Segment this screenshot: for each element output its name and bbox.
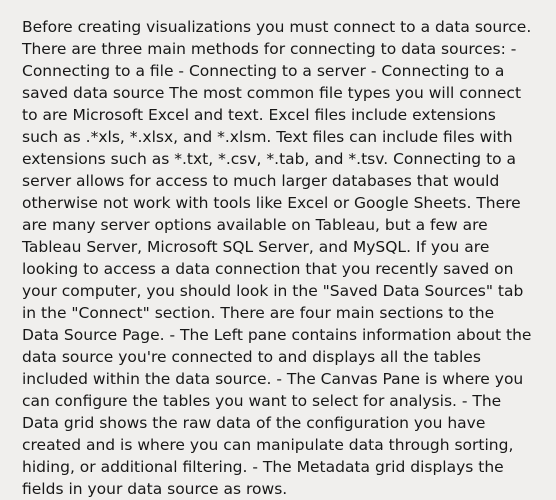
document-body: Before creating visualizations you must … xyxy=(22,16,534,500)
